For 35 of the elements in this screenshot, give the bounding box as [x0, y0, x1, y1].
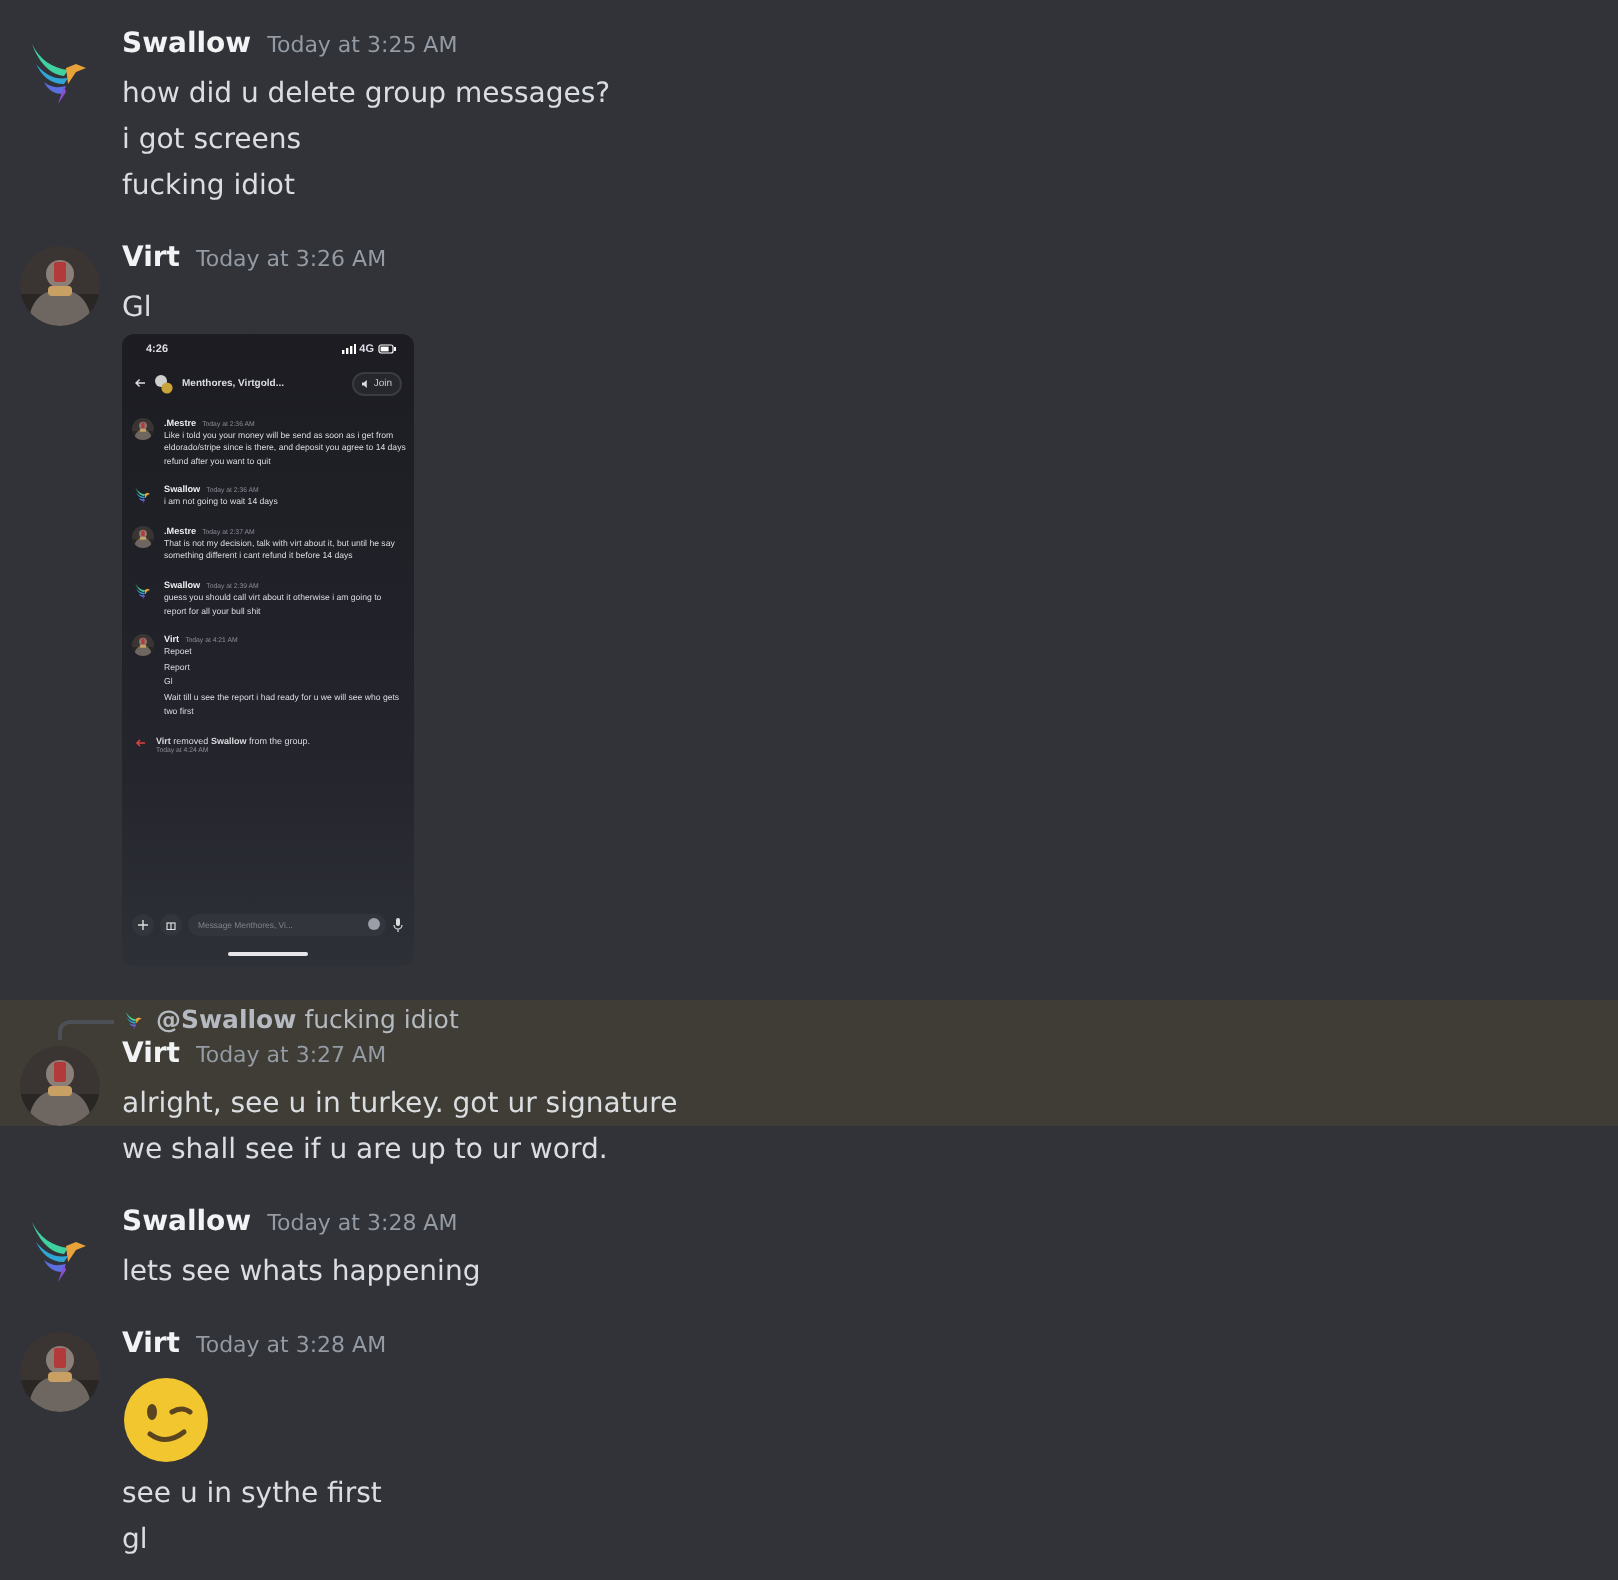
speaker-icon	[361, 379, 370, 387]
message-text: alright, see u in turkey. got ur signature	[122, 1085, 680, 1123]
timestamp: Today at 3:27 AM	[195, 1041, 387, 1067]
gift-button[interactable]	[160, 913, 182, 935]
message-text: see u in sythe first	[122, 1475, 384, 1513]
bird-icon	[132, 484, 154, 507]
back-arrow-icon[interactable]	[134, 378, 146, 388]
battery-icon	[378, 344, 396, 354]
group-avatar-icon	[154, 373, 174, 393]
message-text: i got screens	[122, 121, 304, 159]
message-text: lets see whats happening	[122, 1253, 483, 1291]
bird-icon	[122, 1007, 146, 1031]
timestamp: Today at 3:25 AM	[267, 31, 458, 57]
message-text: Gl	[122, 289, 154, 327]
author-name[interactable]: Swallow	[122, 1205, 252, 1237]
add-button[interactable]	[132, 913, 154, 935]
bird-icon	[132, 580, 154, 603]
leave-arrow-icon	[134, 738, 146, 749]
author-name[interactable]: Virt	[122, 241, 180, 273]
message-text: fucking idiot	[122, 167, 297, 205]
timestamp: Today at 3:28 AM	[267, 1209, 458, 1235]
author-name[interactable]: Swallow	[122, 27, 252, 59]
plus-icon	[138, 919, 148, 929]
reply-preview[interactable]: @Swallow fucking idiot	[156, 1004, 459, 1034]
message-text: we shall see if u are up to ur word.	[122, 1131, 610, 1169]
timestamp: Today at 3:26 AM	[195, 245, 387, 271]
message-text: gl	[122, 1521, 150, 1559]
signal-icon	[341, 344, 356, 354]
microphone-icon[interactable]	[392, 917, 404, 931]
author-name[interactable]: Virt	[122, 1037, 180, 1069]
message-text: how did u delete group messages?	[122, 75, 613, 113]
winking-face-icon	[122, 1375, 210, 1463]
author-name[interactable]: Virt	[122, 1327, 180, 1359]
chat-screenshot[interactable]	[122, 333, 414, 965]
timestamp: Today at 3:28 AM	[195, 1331, 387, 1357]
